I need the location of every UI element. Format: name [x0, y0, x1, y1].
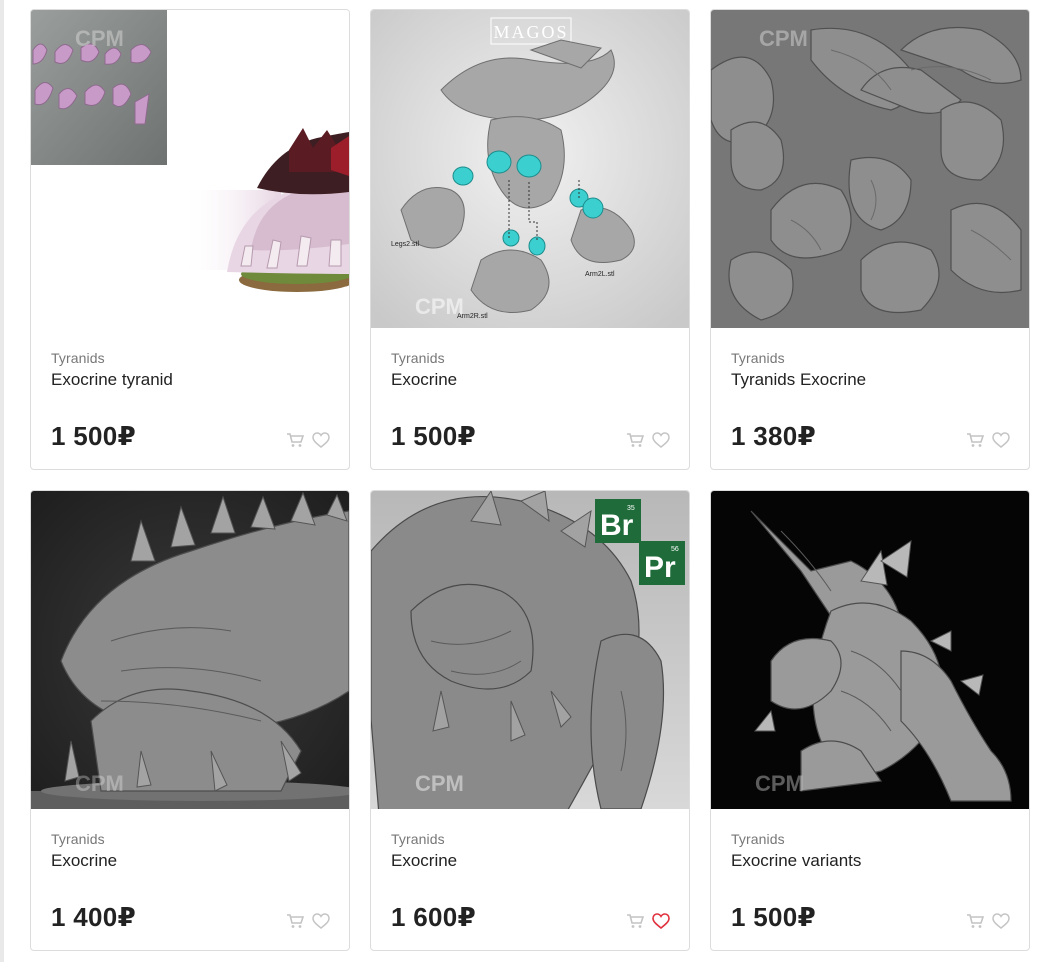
- element-badge-number: 56: [671, 546, 679, 553]
- favorite-button[interactable]: [651, 430, 671, 450]
- watermark-text: CPM: [755, 771, 804, 796]
- product-image[interactable]: MAGOS Legs2.stl Arm2L.stl Arm2R.stl CPM: [371, 10, 689, 328]
- product-price: 1 500₽: [731, 902, 816, 932]
- watermark-text: CPM: [75, 26, 124, 51]
- heart-icon: [652, 432, 670, 448]
- product-image[interactable]: CPM: [711, 10, 1029, 328]
- product-title[interactable]: Tyranids Exocrine: [731, 370, 866, 390]
- heart-icon: [312, 913, 330, 929]
- product-image[interactable]: CPM: [31, 491, 349, 809]
- watermark-text: CPM: [415, 771, 464, 796]
- add-to-cart-button[interactable]: [625, 911, 645, 931]
- product-card[interactable]: Br 35 Pr 56 CPM Tyranids Exocrine 1 600₽: [370, 490, 690, 951]
- left-scroll-rail: [0, 0, 4, 962]
- add-to-cart-button[interactable]: [965, 430, 985, 450]
- element-badge-symbol: Pr: [644, 551, 676, 584]
- heart-icon: [312, 432, 330, 448]
- product-grid: CPM Tyranids Exocrine tyranid 1 500₽ MAG…: [30, 9, 1030, 962]
- product-card[interactable]: CPM Tyranids Exocrine variants 1 500₽: [710, 490, 1030, 951]
- element-badge-symbol: Br: [600, 509, 634, 542]
- product-card[interactable]: CPM Tyranids Exocrine 1 400₽: [30, 490, 350, 951]
- element-badge-number: 35: [627, 505, 635, 512]
- favorite-button[interactable]: [991, 430, 1011, 450]
- add-to-cart-button[interactable]: [285, 911, 305, 931]
- cart-icon: [627, 433, 644, 447]
- watermark-text: CPM: [415, 294, 464, 319]
- product-card[interactable]: CPM Tyranids Tyranids Exocrine 1 380₽: [710, 9, 1030, 470]
- product-price: 1 380₽: [731, 421, 816, 451]
- product-category[interactable]: Tyranids: [51, 350, 105, 366]
- cart-icon: [967, 914, 984, 928]
- product-image-graphic: MAGOS Legs2.stl Arm2L.stl Arm2R.stl CPM: [371, 10, 689, 328]
- add-to-cart-button[interactable]: [625, 430, 645, 450]
- product-category[interactable]: Tyranids: [391, 831, 445, 847]
- product-image-graphic: CPM: [711, 10, 1029, 328]
- heart-icon: [992, 432, 1010, 448]
- product-card[interactable]: CPM Tyranids Exocrine tyranid 1 500₽: [30, 9, 350, 470]
- product-price: 1 500₽: [51, 421, 136, 451]
- image-label: Legs2.stl: [391, 241, 419, 248]
- cart-icon: [287, 433, 304, 447]
- product-image[interactable]: Br 35 Pr 56 CPM: [371, 491, 689, 809]
- product-card[interactable]: MAGOS Legs2.stl Arm2L.stl Arm2R.stl CPM …: [370, 9, 690, 470]
- product-price: 1 500₽: [391, 421, 476, 451]
- favorite-button[interactable]: [991, 911, 1011, 931]
- favorite-button-active[interactable]: [651, 911, 671, 931]
- favorite-button[interactable]: [311, 911, 331, 931]
- heart-icon: [992, 913, 1010, 929]
- watermark-text: CPM: [759, 26, 808, 51]
- add-to-cart-button[interactable]: [965, 911, 985, 931]
- product-image[interactable]: CPM: [31, 10, 349, 328]
- cart-icon: [627, 914, 644, 928]
- product-image[interactable]: CPM: [711, 491, 1029, 809]
- product-category[interactable]: Tyranids: [731, 350, 785, 366]
- product-title[interactable]: Exocrine: [391, 851, 457, 871]
- product-title[interactable]: Exocrine variants: [731, 851, 861, 871]
- product-title[interactable]: Exocrine: [391, 370, 457, 390]
- product-price: 1 600₽: [391, 902, 476, 932]
- product-image-graphic: CPM: [31, 491, 349, 809]
- cart-icon: [287, 914, 304, 928]
- product-image-graphic: Br 35 Pr 56 CPM: [371, 491, 689, 809]
- product-image-graphic: CPM: [711, 491, 1029, 809]
- add-to-cart-button[interactable]: [285, 430, 305, 450]
- product-category[interactable]: Tyranids: [731, 831, 785, 847]
- heart-icon: [652, 913, 670, 929]
- product-category[interactable]: Tyranids: [391, 350, 445, 366]
- favorite-button[interactable]: [311, 430, 331, 450]
- image-header-text: MAGOS: [493, 22, 568, 42]
- product-price: 1 400₽: [51, 902, 136, 932]
- cart-icon: [967, 433, 984, 447]
- product-title[interactable]: Exocrine: [51, 851, 117, 871]
- product-category[interactable]: Tyranids: [51, 831, 105, 847]
- image-label: Arm2L.stl: [585, 271, 615, 278]
- product-image-graphic: CPM: [31, 10, 349, 328]
- product-title[interactable]: Exocrine tyranid: [51, 370, 173, 390]
- watermark-text: CPM: [75, 771, 124, 796]
